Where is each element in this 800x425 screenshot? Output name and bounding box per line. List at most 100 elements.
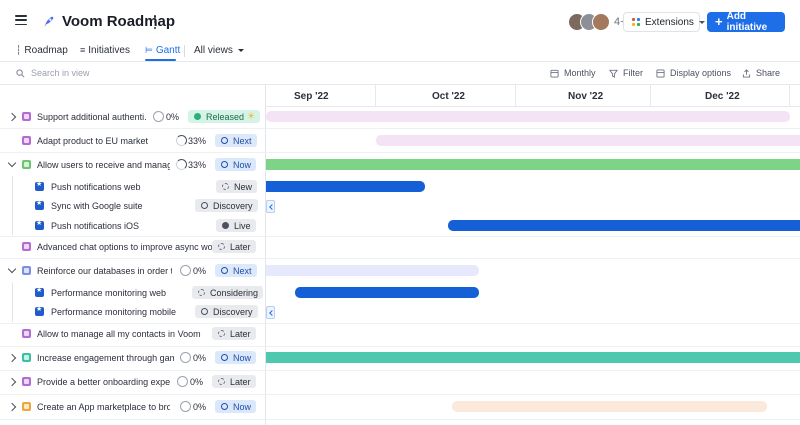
chevron-right-icon[interactable]	[7, 353, 17, 363]
status-badge[interactable]: Now	[215, 158, 257, 171]
month-label: Nov '22	[568, 91, 604, 102]
view-toolbar: Search in view Monthly Filter Display op…	[0, 62, 800, 85]
gantt-bar[interactable]	[376, 135, 800, 146]
month-label: Sep '22	[294, 91, 329, 102]
chevron-down-icon	[237, 48, 244, 52]
status-badge[interactable]: Discovery	[195, 199, 258, 212]
status-badge[interactable]: Later	[212, 375, 256, 388]
progress-icon	[153, 111, 164, 122]
status-badge[interactable]: Released ☀	[188, 110, 261, 123]
rocket-icon	[44, 16, 54, 27]
menu-icon[interactable]	[15, 15, 27, 25]
initiative-icon	[22, 112, 31, 121]
share-button[interactable]: Share	[742, 68, 780, 78]
initiative-icon	[22, 266, 31, 275]
status-badge[interactable]: New	[216, 180, 258, 193]
status-badge[interactable]: Next	[215, 264, 257, 277]
star-icon	[35, 305, 44, 316]
gantt-bar[interactable]	[266, 159, 800, 170]
collaborators[interactable]: 4+	[568, 12, 627, 32]
status-badge[interactable]: Now	[215, 351, 257, 364]
more-options-icon[interactable]	[150, 15, 160, 29]
avatar	[592, 13, 610, 31]
add-initiative-label: Add initiative	[726, 11, 768, 33]
display-options-button[interactable]: Display options	[656, 68, 731, 78]
gantt-bar[interactable]	[266, 181, 425, 192]
progress-icon	[180, 352, 191, 363]
filter-icon	[609, 69, 618, 78]
chevron-down-icon	[698, 20, 705, 24]
extensions-button[interactable]: Extensions	[623, 12, 705, 32]
tab-gantt[interactable]: ⊨ Gantt	[145, 43, 180, 57]
list-icon: ≡	[80, 45, 86, 55]
list-item[interactable]: Adapt product to EU market 33% Next	[0, 129, 266, 153]
status-badge[interactable]: Next	[215, 134, 257, 147]
progress-value: 0%	[166, 112, 180, 122]
initiative-title: Provide a better onboarding experi...	[37, 377, 170, 387]
star-icon	[35, 286, 44, 297]
scroll-to-bar-icon[interactable]	[266, 306, 275, 319]
status-badge[interactable]: Considering	[192, 286, 264, 299]
initiative-icon	[22, 377, 31, 386]
add-initiative-button[interactable]: + Add initiative	[707, 11, 785, 33]
month-label: Dec '22	[705, 91, 740, 102]
monthly-button[interactable]: Monthly	[550, 68, 596, 78]
extensions-label: Extensions	[645, 16, 694, 28]
status-badge[interactable]: Discovery	[195, 305, 258, 318]
progress-value: 0%	[190, 377, 204, 387]
chevron-right-icon[interactable]	[7, 112, 17, 122]
initiative-icon	[22, 402, 31, 411]
status-badge[interactable]: Later	[212, 327, 256, 340]
feature-title: Performance monitoring web	[51, 288, 167, 298]
gantt-bar[interactable]	[452, 401, 767, 412]
filter-label: Filter	[623, 68, 643, 78]
timeline-header: Sep '22 Oct '22 Nov '22 Dec '22	[266, 85, 800, 107]
list-item[interactable]: Provide a better onboarding experi... 0%…	[0, 370, 266, 394]
status-badge[interactable]: Live	[216, 219, 256, 232]
tab-initiatives[interactable]: ≡ Initiatives	[80, 43, 130, 57]
list-item[interactable]: Allow to manage all my contacts in Voom …	[0, 322, 266, 346]
feature-title: Push notifications iOS	[51, 221, 140, 231]
gantt-bar[interactable]	[266, 352, 800, 363]
star-icon	[35, 219, 44, 230]
list-item[interactable]: Allow users to receive and manag... 33% …	[0, 153, 266, 177]
progress-icon	[176, 159, 187, 170]
top-bar: Voom Roadmap 4+ Extensions + Add initiat…	[0, 0, 800, 42]
list-item[interactable]: Create an App marketplace to broa... 0% …	[0, 395, 266, 419]
status-badge[interactable]: Later	[212, 240, 256, 253]
progress-value: 0%	[193, 266, 207, 276]
calendar-icon	[550, 69, 559, 78]
gantt-bar[interactable]	[295, 287, 479, 298]
filter-button[interactable]: Filter	[609, 68, 643, 78]
feature-title: Sync with Google suite	[51, 201, 143, 211]
tab-all-views[interactable]: All views	[194, 43, 244, 57]
chevron-down-icon[interactable]	[7, 158, 17, 168]
list-item[interactable]: Support additional authenti... 0% Releas…	[0, 105, 266, 129]
scroll-to-bar-icon[interactable]	[266, 200, 275, 213]
list-item[interactable]: Increase engagement through gami... 0% N…	[0, 346, 266, 370]
gantt-icon: ⊨	[145, 44, 153, 55]
list-item[interactable]: Advanced chat options to improve async w…	[0, 235, 266, 259]
view-tabs: ┆ Roadmap ≡ Initiatives ⊨ Gantt All view…	[0, 40, 800, 62]
list-item[interactable]: Reinforce our databases in order to... 0…	[0, 259, 266, 283]
chevron-down-icon[interactable]	[7, 264, 17, 274]
gantt-bar[interactable]	[266, 111, 790, 122]
star-icon	[35, 180, 44, 191]
chevron-right-icon[interactable]	[7, 377, 17, 387]
search-placeholder: Search in view	[31, 68, 90, 78]
feature-title: Performance monitoring mobile	[51, 307, 177, 317]
gantt-bar[interactable]	[266, 265, 479, 276]
status-badge[interactable]: Now	[215, 400, 257, 413]
layout-icon	[656, 68, 665, 78]
gantt-bar[interactable]	[448, 220, 800, 231]
list-item[interactable]: Performance monitoring mobile Discovery	[0, 300, 266, 324]
month-divider	[375, 85, 376, 107]
tab-roadmap[interactable]: ┆ Roadmap	[16, 43, 68, 57]
display-options-label: Display options	[670, 68, 732, 78]
active-tab-indicator	[145, 59, 176, 61]
search-input[interactable]: Search in view	[16, 68, 90, 78]
monthly-label: Monthly	[564, 68, 596, 78]
progress-value: 0%	[193, 353, 207, 363]
share-icon	[742, 68, 751, 78]
chevron-right-icon[interactable]	[7, 402, 17, 412]
